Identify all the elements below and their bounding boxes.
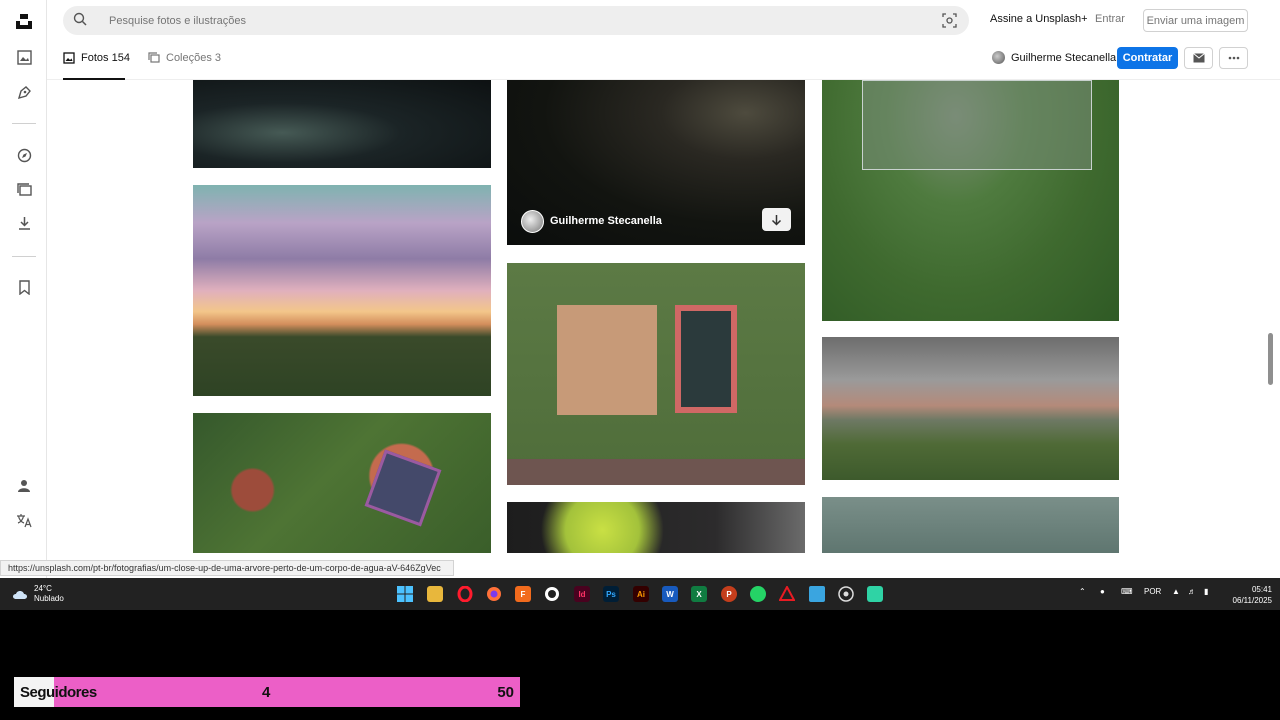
followers-label: Seguidores bbox=[20, 684, 97, 701]
football-court bbox=[675, 305, 737, 413]
more-options-button[interactable] bbox=[1219, 47, 1248, 69]
photo-dark-pond[interactable]: Guilherme Stecanella bbox=[507, 80, 805, 245]
photos-icon[interactable] bbox=[12, 45, 36, 69]
fenced-court bbox=[862, 80, 1092, 170]
battery-icon[interactable]: ▮ bbox=[1204, 587, 1208, 596]
microphone-icon[interactable]: ● bbox=[1100, 587, 1105, 596]
windows-start-icon[interactable] bbox=[397, 586, 413, 602]
photo-author[interactable]: Guilherme Stecanella bbox=[521, 208, 791, 234]
collections-tab-icon bbox=[148, 52, 160, 63]
chat-app-icon[interactable] bbox=[867, 586, 883, 602]
profile-tabs-bar: Fotos 154 Coleções 3 Guilherme Stecanell… bbox=[47, 40, 1280, 80]
tab-collections-label: Coleções bbox=[166, 52, 212, 64]
browser-viewport: Assine a Unsplash+ Entrar Enviar uma ima… bbox=[0, 0, 1280, 578]
account-icon[interactable] bbox=[12, 474, 36, 498]
avatar bbox=[992, 51, 1005, 64]
profile-user[interactable]: Guilherme Stecanella bbox=[992, 51, 1116, 64]
followers-goal: 50 bbox=[497, 684, 514, 701]
road bbox=[507, 459, 805, 485]
clay-court bbox=[557, 305, 657, 415]
weather-widget[interactable]: 24°C Nublado bbox=[12, 584, 64, 604]
language-icon[interactable] bbox=[12, 508, 36, 532]
photo-mural-portrait[interactable] bbox=[507, 502, 805, 553]
file-explorer-icon[interactable] bbox=[427, 586, 443, 602]
status-url-bar: https://unsplash.com/pt-br/fotografias/u… bbox=[0, 560, 454, 576]
tab-photos-label: Fotos bbox=[81, 52, 109, 64]
tab-collections[interactable]: Coleções 3 bbox=[148, 52, 221, 64]
author-name: Guilherme Stecanella bbox=[550, 215, 662, 227]
top-bar: Assine a Unsplash+ Entrar Enviar uma ima… bbox=[47, 0, 1280, 40]
upload-image-button[interactable]: Enviar uma imagem bbox=[1143, 9, 1248, 32]
wifi-icon[interactable]: ▲ bbox=[1172, 587, 1180, 596]
search-input[interactable] bbox=[109, 6, 909, 35]
notepad-icon[interactable] bbox=[809, 586, 825, 602]
photo-fenced-court-trees[interactable] bbox=[822, 80, 1119, 321]
explore-compass-icon[interactable] bbox=[12, 143, 36, 167]
download-icon[interactable] bbox=[12, 211, 36, 235]
language-indicator[interactable]: POR bbox=[1144, 587, 1161, 596]
sidebar-rail bbox=[0, 0, 47, 578]
windows-taskbar: 24°C Nublado F Id Ps Ai W X P ⌃ ● ⌨ POR ▲… bbox=[0, 578, 1280, 610]
illustrations-icon[interactable] bbox=[12, 80, 36, 104]
excel-icon[interactable]: X bbox=[691, 586, 707, 602]
rail-divider bbox=[12, 256, 36, 257]
tab-collections-count: 3 bbox=[214, 52, 222, 64]
photo-aerial-church-courts[interactable] bbox=[193, 413, 491, 553]
rail-divider bbox=[12, 123, 36, 124]
photos-tab-icon bbox=[63, 52, 75, 64]
indesign-icon[interactable]: Id bbox=[574, 586, 590, 602]
clock-time: 05:41 bbox=[1251, 585, 1272, 594]
tab-photos-count: 154 bbox=[111, 52, 130, 64]
photo-sunset-landscape[interactable] bbox=[193, 185, 491, 396]
photo-aerial-sports-courts[interactable] bbox=[507, 263, 805, 485]
hire-button[interactable]: Contratar bbox=[1117, 47, 1178, 69]
collections-icon[interactable] bbox=[12, 177, 36, 201]
author-avatar bbox=[521, 209, 544, 233]
clock-date: 06/11/2025 bbox=[1232, 596, 1272, 605]
followers-progress-bar: Seguidores 4 50 bbox=[14, 677, 520, 707]
followers-count: 4 bbox=[262, 684, 271, 701]
arrow-down-icon bbox=[771, 214, 782, 226]
word-icon[interactable]: W bbox=[662, 586, 678, 602]
keyboard-icon[interactable]: ⌨ bbox=[1121, 587, 1133, 596]
whatsapp-icon[interactable] bbox=[750, 586, 766, 602]
cloud-icon bbox=[13, 591, 27, 599]
firefox-icon[interactable] bbox=[486, 586, 502, 602]
acrobat-icon[interactable] bbox=[779, 586, 795, 602]
search-bar[interactable] bbox=[63, 6, 969, 35]
unsplash-logo-icon[interactable] bbox=[12, 9, 36, 33]
bookmark-icon[interactable] bbox=[12, 275, 36, 299]
mail-icon bbox=[1192, 53, 1205, 63]
opera-browser-icon[interactable] bbox=[457, 586, 473, 602]
login-link[interactable]: Entrar bbox=[1095, 13, 1125, 25]
download-photo-button[interactable] bbox=[762, 208, 791, 231]
message-button[interactable] bbox=[1184, 47, 1213, 69]
profile-name: Guilherme Stecanella bbox=[1011, 51, 1117, 64]
github-icon[interactable] bbox=[544, 586, 560, 602]
photo-cloudy-town[interactable] bbox=[822, 337, 1119, 480]
tab-photos[interactable]: Fotos 154 bbox=[63, 52, 130, 64]
page-scrollbar[interactable] bbox=[1268, 333, 1273, 385]
active-tab-underline bbox=[63, 78, 125, 80]
weather-description: Nublado bbox=[34, 594, 64, 603]
clock[interactable]: 05:41 06/11/2025 bbox=[1222, 584, 1272, 606]
illustrator-icon[interactable]: Ai bbox=[633, 586, 649, 602]
photoshop-icon[interactable]: Ps bbox=[603, 586, 619, 602]
powerpoint-icon[interactable]: P bbox=[721, 586, 737, 602]
photo-water-reflection[interactable] bbox=[193, 80, 491, 168]
more-horizontal-icon bbox=[1228, 56, 1239, 60]
app-f-icon[interactable]: F bbox=[515, 586, 531, 602]
search-icon[interactable] bbox=[73, 12, 87, 31]
chevron-up-icon[interactable]: ⌃ bbox=[1079, 587, 1086, 596]
volume-icon[interactable]: ♬ bbox=[1188, 587, 1196, 596]
visual-search-icon[interactable] bbox=[942, 13, 957, 33]
weather-temperature: 24°C bbox=[34, 584, 52, 593]
subscribe-link[interactable]: Assine a Unsplash+ bbox=[990, 13, 1088, 25]
photo-overcast-sky[interactable] bbox=[822, 497, 1119, 553]
obs-icon[interactable] bbox=[838, 586, 854, 602]
